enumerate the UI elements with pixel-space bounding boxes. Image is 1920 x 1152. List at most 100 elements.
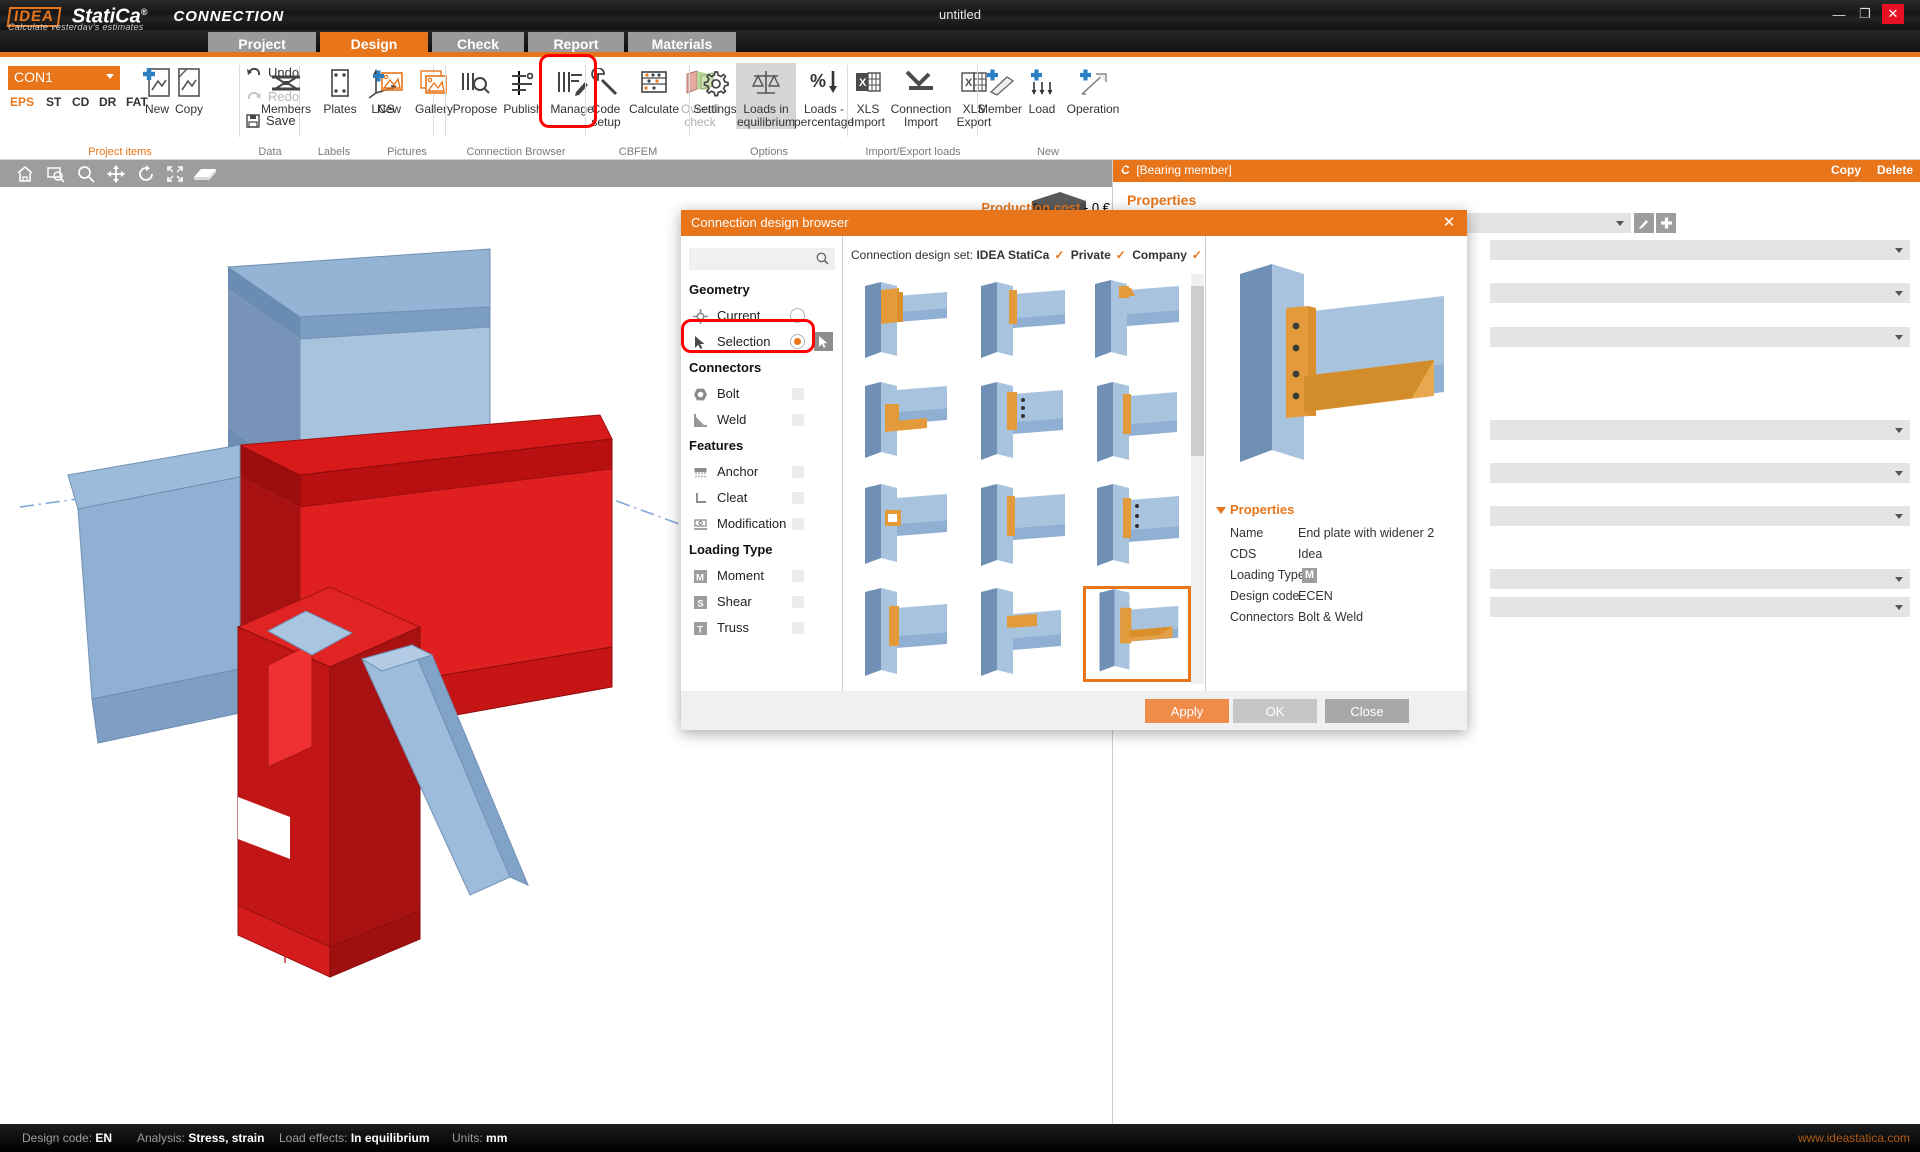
code-button-eps[interactable]: EPS <box>10 95 34 109</box>
code-setup-button[interactable]: Codesetup <box>580 63 632 129</box>
property-row-collapsed[interactable] <box>1490 463 1910 483</box>
filter-modification[interactable]: Modification <box>689 511 835 537</box>
add-cross-section-button[interactable] <box>1656 213 1676 233</box>
property-row-collapsed[interactable] <box>1490 569 1910 589</box>
filter-truss[interactable]: T Truss <box>689 615 835 641</box>
filter-shear[interactable]: S Shear <box>689 589 835 615</box>
design-thumbnail[interactable] <box>967 586 1075 682</box>
design-thumbnail[interactable] <box>967 274 1075 370</box>
copy-item-button[interactable]: Copy <box>158 63 220 116</box>
gear-icon <box>688 63 742 103</box>
code-button-st[interactable]: ST <box>46 95 61 109</box>
design-thumbnail[interactable] <box>1083 482 1191 578</box>
property-row-collapsed[interactable] <box>1490 283 1910 303</box>
propose-button[interactable]: Propose <box>446 63 504 116</box>
design-thumbnail[interactable] <box>851 274 959 370</box>
collapse-triangle-icon[interactable] <box>1115 165 1125 172</box>
property-row-collapsed[interactable] <box>1490 506 1910 526</box>
design-thumbnail[interactable] <box>967 482 1075 578</box>
settings-button[interactable]: Settings <box>688 63 742 116</box>
filter-weld[interactable]: Weld <box>689 407 835 433</box>
fit-icon[interactable] <box>160 163 190 185</box>
filter-selection[interactable]: Selection <box>689 329 835 355</box>
design-set-idea-statica[interactable]: IDEA StatiCa <box>976 248 1049 262</box>
filter-bolt[interactable]: Bolt <box>689 381 835 407</box>
check-icon[interactable]: ✓ <box>1054 248 1064 262</box>
pick-selection-button[interactable] <box>814 332 833 351</box>
filter-truss-checkbox[interactable] <box>792 622 804 634</box>
new-operation-button[interactable]: Operation <box>1062 63 1124 116</box>
xls-import-button[interactable]: X XLSImport <box>844 63 892 129</box>
filter-selection-radio[interactable] <box>790 334 805 349</box>
filter-anchor-checkbox[interactable] <box>792 466 804 478</box>
filter-modification-checkbox[interactable] <box>792 518 804 530</box>
connection-import-button[interactable]: ConnectionImport <box>888 63 954 129</box>
view-style-icon[interactable] <box>188 163 222 185</box>
code-button-cd[interactable]: CD <box>72 95 89 109</box>
copy-member-button[interactable]: Copy <box>1831 163 1861 177</box>
filter-shear-checkbox[interactable] <box>792 596 804 608</box>
design-thumbnail[interactable] <box>967 378 1075 474</box>
design-thumbnail[interactable] <box>851 482 959 578</box>
minimize-button[interactable]: — <box>1828 4 1850 24</box>
property-row-collapsed[interactable] <box>1490 597 1910 617</box>
design-thumbnail[interactable] <box>1083 274 1191 370</box>
new-member-button[interactable]: Member <box>974 63 1026 116</box>
maximize-button[interactable]: ❐ <box>1854 4 1876 24</box>
filter-cleat[interactable]: Cleat <box>689 485 835 511</box>
publish-button[interactable]: Publish <box>498 63 548 116</box>
delete-member-button[interactable]: Delete <box>1877 163 1913 177</box>
gallery-scrollbar[interactable] <box>1191 274 1204 684</box>
zoom-window-icon[interactable] <box>41 163 71 185</box>
shear-badge-icon: S <box>691 593 709 611</box>
filter-current-radio[interactable] <box>790 308 805 323</box>
new-member-icon <box>974 63 1026 103</box>
filter-weld-checkbox[interactable] <box>792 414 804 426</box>
design-thumbnail[interactable] <box>1083 378 1191 474</box>
filter-anchor[interactable]: Anchor <box>689 459 835 485</box>
design-thumbnail-selected[interactable] <box>1083 586 1191 682</box>
design-thumbnail[interactable] <box>851 586 959 682</box>
filter-shear-label: Shear <box>717 594 752 609</box>
picture-new-button[interactable]: New <box>368 63 410 116</box>
picture-new-label: New <box>368 103 410 116</box>
ok-button[interactable]: OK <box>1233 699 1317 723</box>
dialog-close-icon[interactable]: ✕ <box>1441 214 1457 230</box>
target-icon <box>691 307 709 325</box>
check-icon[interactable]: ✓ <box>1192 248 1202 262</box>
close-button[interactable]: Close <box>1325 699 1409 723</box>
rotate-icon[interactable] <box>131 163 161 185</box>
property-row-collapsed[interactable] <box>1490 240 1910 260</box>
filter-current[interactable]: Current <box>689 303 835 329</box>
gallery-scrollbar-thumb[interactable] <box>1191 286 1204 456</box>
home-icon[interactable] <box>10 163 40 185</box>
anchor-icon <box>691 463 709 481</box>
preview-collapse-icon[interactable] <box>1216 507 1226 514</box>
code-button-dr[interactable]: DR <box>99 95 116 109</box>
search-input[interactable] <box>689 248 835 270</box>
preview-value-loading-type: M <box>1302 567 1317 583</box>
design-thumbnail[interactable] <box>851 378 959 474</box>
property-row-collapsed[interactable] <box>1490 327 1910 347</box>
design-set-private[interactable]: Private <box>1071 248 1111 262</box>
status-website[interactable]: www.ideastatica.com <box>1798 1131 1910 1145</box>
close-window-button[interactable]: ✕ <box>1882 4 1904 24</box>
filter-cleat-checkbox[interactable] <box>792 492 804 504</box>
design-set-company[interactable]: Company <box>1132 248 1187 262</box>
edit-cross-section-button[interactable] <box>1634 213 1654 233</box>
filter-moment-checkbox[interactable] <box>792 570 804 582</box>
plates-button[interactable]: Plates <box>317 63 363 116</box>
calculate-button[interactable]: Calculate <box>626 63 682 116</box>
loads-in-equilibrium-button[interactable]: Loads inequilibrium <box>736 63 796 129</box>
check-icon[interactable]: ✓ <box>1116 248 1126 262</box>
connection-combo[interactable]: CON1 <box>8 66 120 90</box>
filter-moment[interactable]: M Moment <box>689 563 835 589</box>
property-row-collapsed[interactable] <box>1490 420 1910 440</box>
pan-icon[interactable] <box>101 163 131 185</box>
members-button[interactable]: Members <box>255 63 317 116</box>
apply-button[interactable]: Apply <box>1145 699 1229 723</box>
ribbon: CON1 EPS ST CD DR FAT New Copy Project i… <box>0 57 1920 160</box>
new-load-button[interactable]: Load <box>1020 63 1064 116</box>
filter-bolt-checkbox[interactable] <box>792 388 804 400</box>
zoom-icon[interactable] <box>71 163 101 185</box>
